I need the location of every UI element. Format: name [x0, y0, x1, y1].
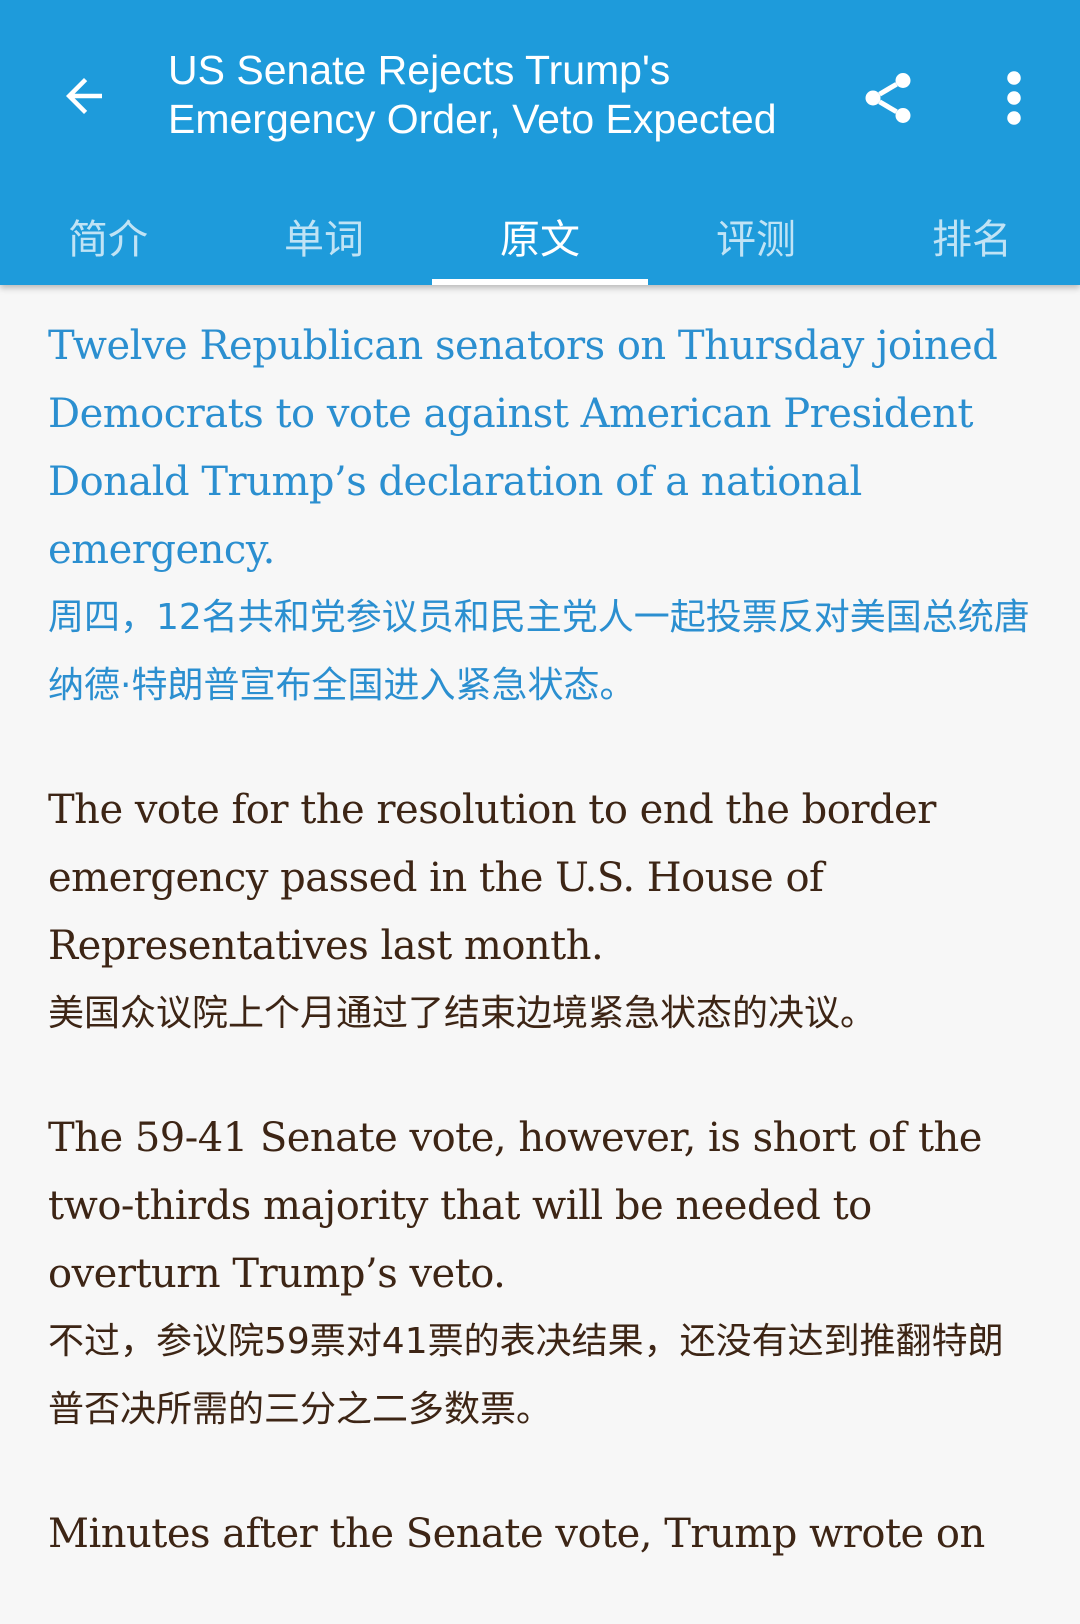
share-icon: [865, 73, 911, 123]
tab-label: 简介: [68, 216, 148, 263]
tab-label: 评测: [716, 216, 796, 263]
english-sentence: Minutes after the Senate vote, Trump wro…: [48, 1511, 985, 1557]
chinese-translation: 不过，参议院59票对41票的表决结果，还没有达到推翻特朗普否决所需的三分之二多数…: [48, 1321, 1004, 1430]
tab-intro[interactable]: 简介: [0, 186, 216, 285]
sentence-pair[interactable]: Twelve Republican senators on Thursday j…: [48, 312, 1038, 720]
tab-label: 原文: [500, 216, 580, 263]
sentence-pair[interactable]: The vote for the resolution to end the b…: [48, 776, 1038, 1048]
arrow-left-icon: [66, 78, 102, 114]
more-vert-icon: [1007, 71, 1021, 125]
english-sentence: The 59-41 Senate vote, however, is short…: [48, 1115, 982, 1297]
tab-label: 排名: [932, 216, 1012, 263]
sentence-pair[interactable]: Minutes after the Senate vote, Trump wro…: [48, 1500, 1038, 1568]
app-bar: US Senate Rejects Trump's Emergency Orde…: [0, 0, 1080, 285]
chinese-translation: 美国众议院上个月通过了结束边境紧急状态的决议。: [48, 993, 877, 1034]
english-sentence: The vote for the resolution to end the b…: [48, 787, 936, 969]
page-title: US Senate Rejects Trump's Emergency Orde…: [168, 47, 777, 142]
english-sentence: Twelve Republican senators on Thursday j…: [48, 323, 998, 573]
sentence-pair[interactable]: The 59-41 Senate vote, however, is short…: [48, 1104, 1038, 1444]
tab-evaluation[interactable]: 评测: [648, 186, 864, 285]
more-options-button[interactable]: [982, 56, 1046, 140]
active-tab-indicator: [432, 279, 648, 285]
tab-words[interactable]: 单词: [216, 186, 432, 285]
tab-ranking[interactable]: 排名: [864, 186, 1080, 285]
back-button[interactable]: [40, 52, 128, 140]
share-button[interactable]: [846, 56, 930, 140]
tab-bar: 简介 单词 原文 评测 排名: [0, 186, 1080, 285]
tab-original-text[interactable]: 原文: [432, 186, 648, 285]
article-content: Twelve Republican senators on Thursday j…: [48, 312, 1038, 1624]
tab-label: 单词: [284, 216, 364, 263]
chinese-translation: 周四，12名共和党参议员和民主党人一起投票反对美国总统唐纳德·特朗普宣布全国进入…: [48, 597, 1030, 706]
